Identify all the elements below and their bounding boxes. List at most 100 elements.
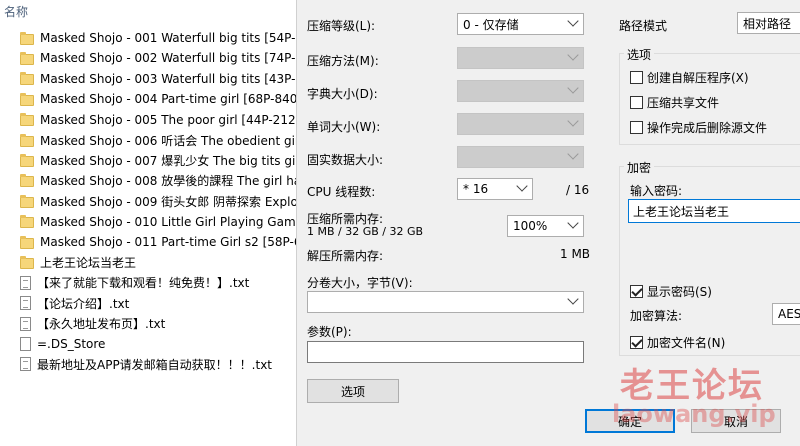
compression-level-label: 压缩等级(L):: [307, 19, 376, 33]
file-name: Masked Shojo - 009 街头女郎 阴蒂探索 Explor: [40, 194, 296, 209]
encrypt-filenames-label: 加密文件名(N): [647, 336, 726, 350]
memory-percent-value: 100%: [513, 219, 548, 233]
file-name: Masked Shojo - 011 Part-time Girl s2 [58…: [40, 235, 296, 249]
options-group-title: 选项: [624, 46, 655, 63]
checkbox-checked-icon: [630, 336, 643, 349]
decompress-memory-label: 解压所需内存:: [307, 249, 384, 263]
file-name: 【来了就能下载和观看！纯免费！】.txt: [37, 276, 250, 291]
file-row[interactable]: Masked Shojo - 002 Waterfull big tits [7…: [20, 48, 296, 68]
encrypt-filenames-checkbox[interactable]: 加密文件名(N): [630, 334, 725, 351]
file-name: 最新地址及APP请发邮箱自动获取！！！.txt: [37, 357, 273, 372]
file-name: Masked Shojo - 005 The poor girl [44P-21…: [40, 112, 296, 127]
file-row[interactable]: Masked Shojo - 010 Little Girl Playing G…: [20, 212, 296, 232]
word-size-label: 单词大小(W):: [307, 120, 381, 134]
path-mode-label: 路径模式: [619, 19, 668, 33]
dictionary-size-select[interactable]: [457, 80, 584, 102]
file-row[interactable]: Masked Shojo - 008 放學後的課程 The girl has: [20, 171, 296, 191]
folder-icon: [20, 72, 34, 86]
word-size-select[interactable]: [457, 113, 584, 135]
file-row[interactable]: =.DS_Store: [20, 334, 296, 354]
checkbox-checked-icon: [630, 285, 643, 298]
cpu-threads-label: CPU 线程数:: [307, 185, 376, 199]
file-row[interactable]: Masked Shojo - 009 街头女郎 阴蒂探索 Explor: [20, 191, 296, 211]
memory-percent-select[interactable]: 100%: [507, 215, 584, 237]
option-checkbox[interactable]: 创建自解压程序(X): [630, 69, 749, 86]
file-name: 上老王论坛当老王: [40, 255, 137, 270]
file-row[interactable]: 【论坛介绍】.txt: [20, 293, 296, 313]
cpu-threads-max: / 16: [566, 183, 590, 197]
file-name: Masked Shojo - 002 Waterfull big tits [7…: [40, 51, 296, 66]
option-checkbox-label: 压缩共享文件: [647, 96, 720, 110]
path-mode-value: 相对路径: [743, 16, 792, 31]
folder-icon: [20, 174, 34, 188]
file-name: Masked Shojo - 008 放學後的課程 The girl has: [40, 174, 296, 189]
chevron-down-icon: [567, 217, 579, 229]
file-name: Masked Shojo - 001 Waterfull big tits [5…: [40, 31, 296, 45]
file-name: Masked Shojo - 006 听话会 The obedient girl: [40, 133, 296, 148]
encryption-method-label: 加密算法:: [630, 309, 683, 323]
cpu-threads-value: * 16: [463, 182, 489, 196]
parameters-input[interactable]: [307, 341, 584, 363]
compression-method-select[interactable]: [457, 47, 584, 69]
file-row[interactable]: Masked Shojo - 011 Part-time Girl s2 [58…: [20, 232, 296, 252]
column-header-name[interactable]: 名称: [4, 3, 28, 20]
folder-icon: [20, 51, 34, 65]
file-name: =.DS_Store: [37, 337, 106, 351]
encryption-method-value: AES-: [778, 307, 800, 321]
folder-icon: [20, 113, 34, 127]
options-button[interactable]: 选项: [307, 379, 399, 403]
folder-icon: [20, 235, 34, 249]
file-row[interactable]: Masked Shojo - 003 Waterfull big tits [4…: [20, 69, 296, 89]
file-row[interactable]: 【来了就能下载和观看！纯免费！】.txt: [20, 273, 296, 293]
file-row[interactable]: Masked Shojo - 007 爆乳少女 The big tits gir…: [20, 150, 296, 170]
encryption-group-title: 加密: [624, 159, 655, 176]
file-row[interactable]: Masked Shojo - 004 Part-time girl [68P-8…: [20, 89, 296, 109]
show-password-checkbox[interactable]: 显示密码(S): [630, 283, 712, 300]
option-checkbox-label: 操作完成后删除源文件: [647, 121, 768, 135]
file-name: 【论坛介绍】.txt: [37, 296, 130, 311]
file-row[interactable]: 【永久地址发布页】.txt: [20, 314, 296, 334]
folder-icon: [20, 194, 34, 208]
file-row[interactable]: 最新地址及APP请发邮箱自动获取！！！.txt: [20, 354, 296, 374]
compression-level-value: 0 - 仅存储: [463, 17, 519, 32]
file-row[interactable]: Masked Shojo - 005 The poor girl [44P-21…: [20, 110, 296, 130]
parameters-label: 参数(P):: [307, 325, 352, 339]
show-password-label: 显示密码(S): [647, 285, 712, 299]
folder-icon: [20, 133, 34, 147]
folder-icon: [20, 255, 34, 269]
checkbox-icon: [630, 71, 643, 84]
file-row[interactable]: Masked Shojo - 001 Waterfull big tits [5…: [20, 28, 296, 48]
folder-icon: [20, 31, 34, 45]
text-file-icon: [20, 316, 31, 331]
option-checkbox[interactable]: 压缩共享文件: [630, 94, 719, 111]
file-name: Masked Shojo - 003 Waterfull big tits [4…: [40, 71, 296, 86]
file-icon: [20, 337, 31, 351]
option-checkbox[interactable]: 操作完成后删除源文件: [630, 119, 767, 136]
compress-memory-detail: 1 MB / 32 GB / 32 GB: [307, 225, 424, 238]
file-name: Masked Shojo - 004 Part-time girl [68P-8…: [40, 92, 296, 107]
chevron-down-icon: [567, 293, 579, 305]
watermark-url: laowang.vip: [612, 400, 776, 428]
chevron-down-icon: [567, 115, 579, 127]
folder-icon: [20, 215, 34, 229]
dictionary-size-label: 字典大小(D):: [307, 87, 378, 101]
folder-icon: [20, 92, 34, 106]
solid-block-size-select[interactable]: [457, 146, 584, 168]
path-mode-select[interactable]: 相对路径: [737, 12, 800, 34]
chevron-down-icon: [516, 180, 528, 192]
file-row[interactable]: Masked Shojo - 006 听话会 The obedient girl: [20, 130, 296, 150]
file-row[interactable]: 上老王论坛当老王: [20, 252, 296, 272]
text-file-icon: [20, 357, 31, 372]
password-input[interactable]: 上老王论坛当老王: [628, 199, 800, 223]
decompress-memory-value: 1 MB: [560, 247, 591, 261]
encryption-method-select[interactable]: AES-: [772, 303, 800, 325]
compression-level-select[interactable]: 0 - 仅存储: [457, 13, 584, 35]
checkbox-icon: [630, 121, 643, 134]
file-name: 【永久地址发布页】.txt: [37, 317, 166, 332]
file-explorer: 名称 Masked Shojo - 001 Waterfull big tits…: [0, 0, 296, 446]
text-file-icon: [20, 296, 31, 311]
cpu-threads-select[interactable]: * 16: [457, 178, 533, 200]
chevron-down-icon: [567, 148, 579, 160]
split-volume-select[interactable]: [307, 291, 584, 313]
checkbox-icon: [630, 96, 643, 109]
